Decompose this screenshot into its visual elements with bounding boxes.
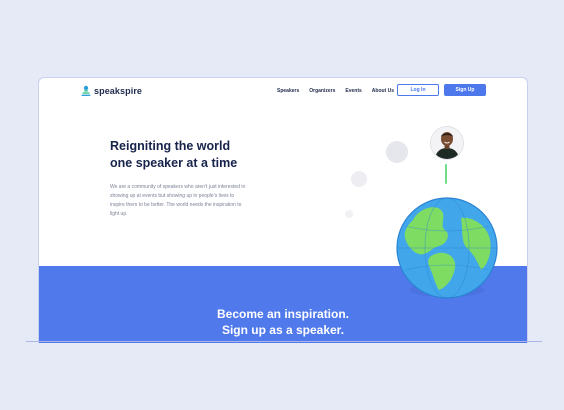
globe-illustration: [396, 197, 498, 299]
hero-title-line-2: one speaker at a time: [110, 156, 238, 170]
browser-window: speakspire Speakers Organizers Events Ab…: [38, 77, 528, 343]
nav-link-events[interactable]: Events: [345, 88, 361, 94]
nav-links: Speakers Organizers Events About Us: [277, 88, 394, 94]
hero-description: We are a community of speakers who aren’…: [110, 184, 246, 217]
hero-title: Reigniting the world one speaker at a ti…: [110, 138, 290, 172]
cta-line-2: Sign up as a speaker.: [221, 323, 345, 337]
brand-logo[interactable]: speakspire: [81, 85, 142, 97]
cta-line-1: Become an inspiration.: [216, 307, 350, 321]
decorative-bubble: [345, 210, 353, 218]
page-divider: [26, 341, 542, 342]
speaker-microphone-icon: [81, 85, 91, 96]
nav-link-organizers[interactable]: Organizers: [309, 88, 335, 94]
speaker-avatar: [430, 126, 464, 160]
nav-link-speakers[interactable]: Speakers: [277, 88, 299, 94]
person-icon: [431, 127, 463, 159]
avatar-connector-line: [445, 164, 447, 184]
decorative-bubble: [386, 141, 408, 163]
cta-heading: Become an inspiration. Sign up as a spea…: [39, 306, 527, 338]
hero-title-line-1: Reigniting the world: [110, 139, 231, 153]
signup-button[interactable]: Sign Up: [444, 84, 486, 96]
nav-link-about-us[interactable]: About Us: [372, 88, 394, 94]
decorative-bubble: [351, 171, 367, 187]
top-navbar: speakspire Speakers Organizers Events Ab…: [39, 78, 527, 104]
login-button[interactable]: Log In: [397, 84, 439, 96]
brand-name: speakspire: [94, 86, 143, 96]
